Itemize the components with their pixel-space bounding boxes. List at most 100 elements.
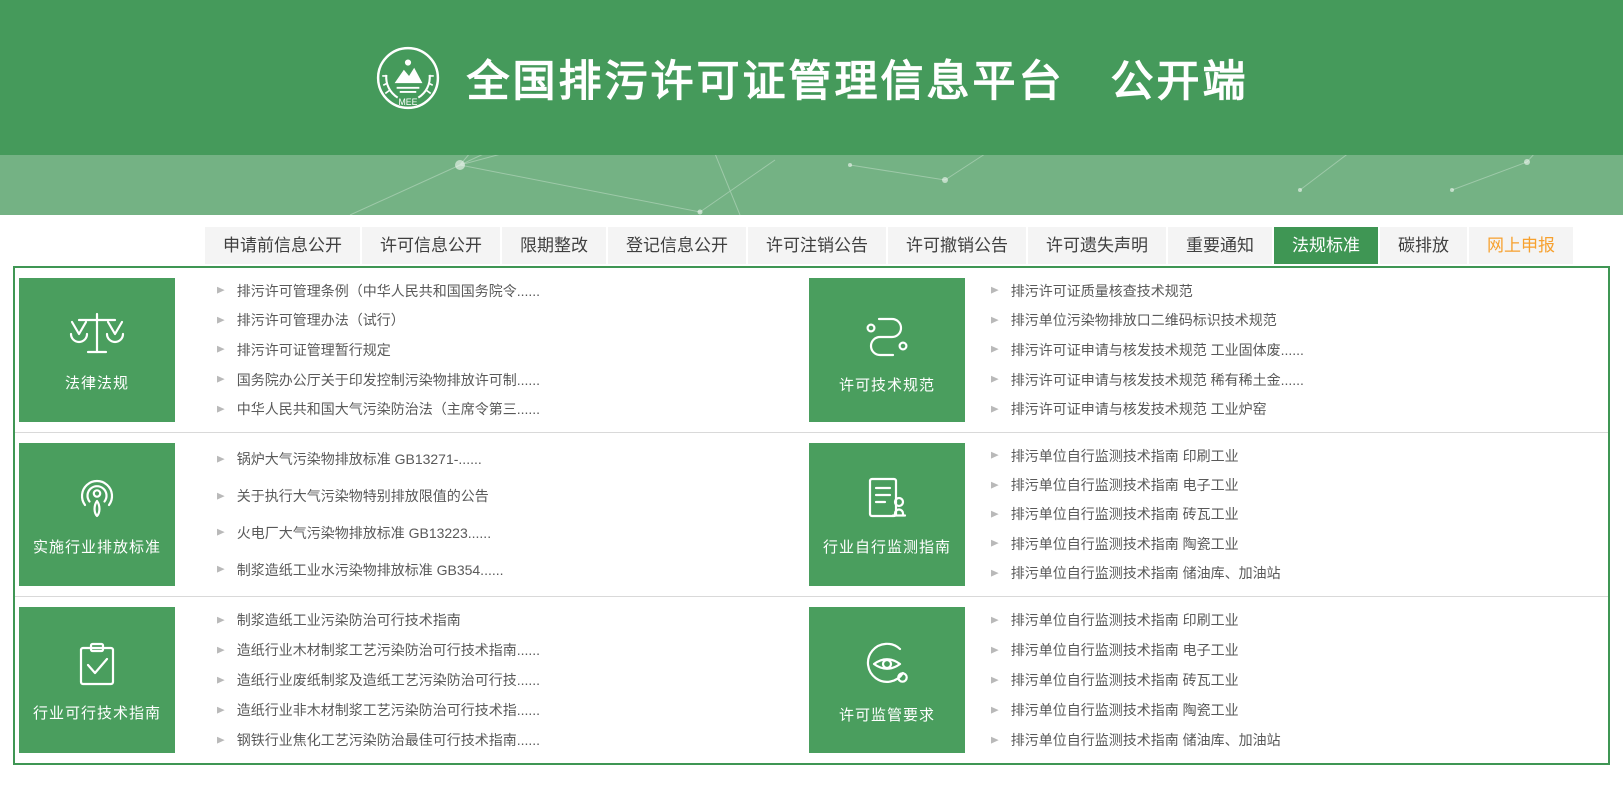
list-item[interactable]: ▶ 造纸行业木材制浆工艺污染防治可行技术指南...... <box>217 640 797 660</box>
sections-container: 法律法规 ▶ 排污许可管理条例（中华人民共和国国务院令...... ▶ 排污许可管理办… <box>13 266 1610 765</box>
list-item[interactable]: ▶ 锅炉大气污染物排放标准 GB13271-...... <box>217 449 797 469</box>
list-item[interactable]: ▶ 排污许可证管理暂行规定 <box>217 340 797 360</box>
mee-logo-icon: MEE <box>376 46 439 109</box>
category-label: 许可监管要求 <box>838 706 935 724</box>
section-emission-standards: 实施行业排放标准 ▶ 锅炉大气污染物排放标准 GB13271-...... ▶ 关于执… <box>15 433 807 596</box>
list-item[interactable]: ▶ 排污许可证申请与核发技术规范 工业炉窑 <box>991 399 1598 419</box>
triangle-bullet-icon: ▶ <box>217 374 225 385</box>
triangle-bullet-icon: ▶ <box>217 705 225 715</box>
list-item[interactable]: ▶ 火电厂大气污染物排放标准 GB13223...... <box>217 523 797 543</box>
category-box-self-monitoring[interactable]: 行业自行监测指南 <box>809 443 965 586</box>
link-list-feasible-tech: ▶ 制浆造纸工业污染防治可行技术指南 ▶ 造纸行业木材制浆工艺污染防治可行技术指南..… <box>175 597 807 763</box>
list-item[interactable]: ▶ 排污单位自行监测技术指南 印刷工业 <box>991 610 1598 630</box>
list-item[interactable]: ▶ 排污单位自行监测技术指南 储油库、加油站 <box>991 730 1598 750</box>
list-item[interactable]: ▶ 国务院办公厅关于印发控制污染物排放许可制...... <box>217 370 797 390</box>
nav-tabbar: 申请前信息公开 许可信息公开 限期整改 登记信息公开 许可注销公告 许可撤销公告… <box>205 227 1573 264</box>
list-item[interactable]: ▶ 排污许可证质量核查技术规范 <box>991 281 1598 301</box>
list-item[interactable]: ▶ 制浆造纸工业水污染物排放标准 GB354...... <box>217 560 797 580</box>
nav-tab[interactable]: 许可信息公开 <box>362 227 500 264</box>
section-laws: 法律法规 ▶ 排污许可管理条例（中华人民共和国国务院令...... ▶ 排污许可管理办… <box>15 268 807 432</box>
triangle-bullet-icon: ▶ <box>991 315 999 326</box>
list-item[interactable]: ▶ 排污单位自行监测技术指南 陶瓷工业 <box>991 700 1598 720</box>
nav-tab[interactable]: 登记信息公开 <box>608 227 746 264</box>
list-item[interactable]: ▶ 钢铁行业焦化工艺污染防治最佳可行技术指南...... <box>217 730 797 750</box>
list-item-text: 制浆造纸工业污染防治可行技术指南 <box>236 612 461 628</box>
category-box-supervision[interactable]: 许可监管要求 <box>809 607 965 753</box>
triangle-bullet-icon: ▶ <box>217 527 225 538</box>
triangle-bullet-icon: ▶ <box>991 615 999 625</box>
clipboard-check-icon <box>67 638 127 690</box>
triangle-bullet-icon: ▶ <box>991 538 999 549</box>
list-item[interactable]: ▶ 中华人民共和国大气污染防治法（主席令第三...... <box>217 399 797 419</box>
list-item-text: 排污许可管理条例（中华人民共和国国务院令...... <box>236 282 541 299</box>
category-box-laws[interactable]: 法律法规 <box>19 278 175 422</box>
sections-row-2: 实施行业排放标准 ▶ 锅炉大气污染物排放标准 GB13271-...... ▶ 关于执… <box>15 432 1608 596</box>
list-item-text: 排污单位自行监测技术指南 印刷工业 <box>1010 447 1239 464</box>
nav-tab[interactable]: 申请前信息公开 <box>205 227 360 264</box>
category-label: 法律法规 <box>64 374 129 392</box>
sections-row-3: 行业可行技术指南 ▶ 制浆造纸工业污染防治可行技术指南 ▶ 造纸行业木材制浆工艺污染防… <box>15 596 1608 763</box>
triangle-bullet-icon: ▶ <box>991 509 999 520</box>
list-item-text: 造纸行业非木材制浆工艺污染防治可行技术指...... <box>236 702 541 718</box>
list-item[interactable]: ▶ 造纸行业废纸制浆及造纸工艺污染防治可行技...... <box>217 670 797 690</box>
list-item[interactable]: ▶ 制浆造纸工业污染防治可行技术指南 <box>217 610 797 630</box>
list-item[interactable]: ▶ 关于执行大气污染物特别排放限值的公告 <box>217 486 797 506</box>
list-item[interactable]: ▶ 排污许可证申请与核发技术规范 稀有稀土金...... <box>991 370 1598 390</box>
nav-tab[interactable]: 许可撤销公告 <box>888 227 1026 264</box>
triangle-bullet-icon: ▶ <box>991 675 999 685</box>
section-feasible-tech: 行业可行技术指南 ▶ 制浆造纸工业污染防治可行技术指南 ▶ 造纸行业木材制浆工艺污染防… <box>15 597 807 763</box>
category-label: 许可技术规范 <box>838 376 935 394</box>
triangle-bullet-icon: ▶ <box>991 285 999 296</box>
interlock-loops-icon <box>857 306 917 362</box>
section-supervision: 许可监管要求 ▶ 排污单位自行监测技术指南 印刷工业 ▶ 排污单位自行监测技术指南 电… <box>807 597 1608 763</box>
nav-tab[interactable]: 法规标准 <box>1274 227 1378 264</box>
list-item[interactable]: ▶ 排污许可证申请与核发技术规范 工业固体废...... <box>991 340 1598 360</box>
list-item-text: 排污许可证申请与核发技术规范 工业固体废...... <box>1010 341 1304 358</box>
list-item-text: 造纸行业木材制浆工艺污染防治可行技术指南...... <box>236 642 541 658</box>
list-item-text: 排污许可证管理暂行规定 <box>236 341 391 358</box>
broadcast-icon <box>67 472 127 524</box>
list-item[interactable]: ▶ 排污许可管理条例（中华人民共和国国务院令...... <box>217 281 797 301</box>
triangle-bullet-icon: ▶ <box>217 315 225 326</box>
eye-monitor-icon <box>857 636 917 692</box>
list-item[interactable]: ▶ 排污单位污染物排放口二维码标识技术规范 <box>991 310 1598 330</box>
triangle-bullet-icon: ▶ <box>991 735 999 745</box>
list-item[interactable]: ▶ 排污许可管理办法（试行） <box>217 310 797 330</box>
nav-tab[interactable]: 网上申报 <box>1469 227 1573 264</box>
document-stamp-icon <box>857 472 917 524</box>
list-item[interactable]: ▶ 排污单位自行监测技术指南 砖瓦工业 <box>991 670 1598 690</box>
list-item[interactable]: ▶ 排污单位自行监测技术指南 砖瓦工业 <box>991 504 1598 524</box>
list-item[interactable]: ▶ 排污单位自行监测技术指南 陶瓷工业 <box>991 534 1598 554</box>
triangle-bullet-icon: ▶ <box>217 675 225 685</box>
list-item-text: 制浆造纸工业水污染物排放标准 GB354...... <box>236 561 504 578</box>
nav-tab[interactable]: 许可注销公告 <box>748 227 886 264</box>
triangle-bullet-icon: ▶ <box>217 345 225 355</box>
list-item[interactable]: ▶ 排污单位自行监测技术指南 电子工业 <box>991 640 1598 660</box>
scales-icon <box>67 308 127 360</box>
nav-tab[interactable]: 限期整改 <box>502 227 606 264</box>
list-item[interactable]: ▶ 造纸行业非木材制浆工艺污染防治可行技术指...... <box>217 700 797 720</box>
category-box-feasible-tech[interactable]: 行业可行技术指南 <box>19 607 175 753</box>
list-item-text: 排污单位自行监测技术指南 砖瓦工业 <box>1010 672 1239 688</box>
list-item[interactable]: ▶ 排污单位自行监测技术指南 印刷工业 <box>991 446 1598 466</box>
nav-tab[interactable]: 重要通知 <box>1168 227 1272 264</box>
list-item-text: 排污单位自行监测技术指南 电子工业 <box>1010 642 1239 658</box>
triangle-bullet-icon: ▶ <box>217 735 225 745</box>
category-label: 行业自行监测指南 <box>822 539 951 556</box>
category-box-tech-specs[interactable]: 许可技术规范 <box>809 278 965 422</box>
link-list-supervision: ▶ 排污单位自行监测技术指南 印刷工业 ▶ 排污单位自行监测技术指南 电子工业 ▶ 排污单… <box>965 597 1608 763</box>
list-item-text: 排污单位自行监测技术指南 储油库、加油站 <box>1010 565 1281 582</box>
nav-tab[interactable]: 碳排放 <box>1380 227 1467 264</box>
list-item[interactable]: ▶ 排污单位自行监测技术指南 储油库、加油站 <box>991 563 1598 583</box>
nav-tab[interactable]: 许可遗失声明 <box>1028 227 1166 264</box>
category-box-emission-standards[interactable]: 实施行业排放标准 <box>19 443 175 586</box>
list-item-text: 排污许可证质量核查技术规范 <box>1010 282 1193 299</box>
link-list-self-monitoring: ▶ 排污单位自行监测技术指南 印刷工业 ▶ 排污单位自行监测技术指南 电子工业 ▶ 排污单… <box>965 433 1608 596</box>
app-header: MEE 全国排污许可证管理信息平台 公开端 <box>0 0 1623 155</box>
list-item[interactable]: ▶ 排污单位自行监测技术指南 电子工业 <box>991 475 1598 495</box>
category-label: 行业可行技术指南 <box>32 704 161 722</box>
triangle-bullet-icon: ▶ <box>217 645 225 655</box>
list-item-text: 排污许可证申请与核发技术规范 工业炉窑 <box>1010 401 1267 418</box>
list-item-text: 关于执行大气污染物特别排放限值的公告 <box>236 488 489 505</box>
triangle-bullet-icon: ▶ <box>991 404 999 415</box>
